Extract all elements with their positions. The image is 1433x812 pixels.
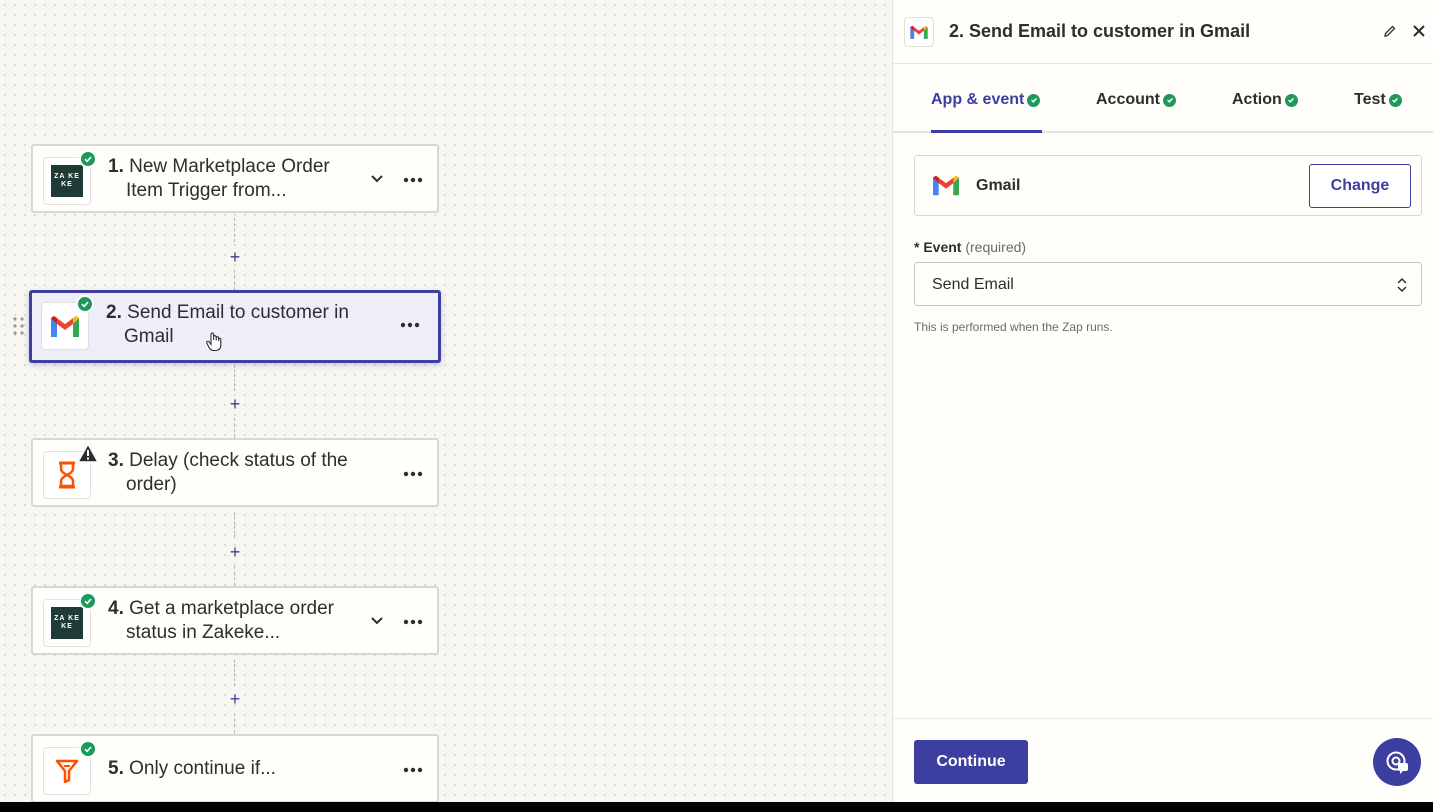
tab-complete-check-icon [1388, 93, 1402, 107]
panel-title: 2. Send Email to customer in Gmail [949, 21, 1251, 41]
step-title: 5. Only continue if... [108, 758, 276, 779]
step-title: 4. Get a marketplace order status in Zak… [108, 598, 335, 643]
gmail-icon [904, 17, 934, 47]
event-help-text: This is performed when the Zap runs. [914, 320, 1113, 334]
add-step-button[interactable]: + [225, 689, 245, 709]
more-options-icon[interactable] [401, 168, 425, 192]
success-check-icon [79, 740, 97, 758]
edit-pencil-icon[interactable] [1383, 24, 1397, 38]
success-check-icon [79, 592, 97, 610]
panel-header: 2. Send Email to customer in Gmail [893, 0, 1433, 64]
add-step-button[interactable]: + [225, 247, 245, 267]
step-details-panel: 2. Send Email to customer in Gmail App &… [892, 0, 1433, 802]
step-card-1[interactable]: ZA KE KE 1. New Marketplace Order Item T… [31, 144, 439, 213]
connector-line [234, 218, 235, 242]
chevron-down-icon[interactable] [369, 170, 385, 186]
zakeke-logo: ZA KE KE [51, 165, 83, 197]
warning-icon [77, 443, 99, 463]
event-field-label: * Event (required) [914, 239, 1027, 255]
step-card-5[interactable]: 5. Only continue if... [31, 734, 439, 802]
tab-complete-check-icon [1027, 93, 1041, 107]
continue-button[interactable]: Continue [914, 740, 1028, 784]
step-title: 1. New Marketplace Order Item Trigger fr… [108, 156, 330, 201]
step-card-2[interactable]: 2. Send Email to customer in Gmail [29, 290, 441, 363]
connector-line [234, 713, 235, 733]
panel-footer: Continue [893, 718, 1433, 802]
zap-editor-canvas[interactable]: ZA KE KE 1. New Marketplace Order Item T… [0, 0, 892, 802]
add-step-button[interactable]: + [225, 394, 245, 414]
chevron-down-icon[interactable] [369, 612, 385, 628]
app-name: Gmail [976, 177, 1021, 194]
hand-cursor-icon [204, 331, 224, 353]
connector-line [234, 660, 235, 686]
connector-line [234, 270, 235, 290]
step-title: 3. Delay (check status of the order) [108, 450, 348, 495]
close-icon[interactable] [1411, 23, 1427, 39]
zakeke-logo: ZA KE KE [51, 607, 83, 639]
add-step-button[interactable]: + [225, 542, 245, 562]
connector-line [234, 512, 235, 538]
step-tabs: App & event Account Action Test [893, 64, 1433, 133]
tab-complete-check-icon [1163, 93, 1176, 107]
step-title: 2. Send Email to customer in Gmail [106, 302, 349, 347]
event-select-value: Send Email [932, 276, 1014, 293]
active-tab-indicator [931, 130, 1042, 133]
tab-account[interactable]: Account [1096, 91, 1176, 109]
selected-app-card: Gmail Change [914, 155, 1422, 216]
success-check-icon [79, 150, 97, 168]
step-card-3[interactable]: 3. Delay (check status of the order) [31, 438, 439, 507]
connector-line [234, 365, 235, 391]
success-check-icon [76, 295, 94, 313]
more-options-icon[interactable] [401, 758, 425, 782]
help-chat-icon[interactable] [1373, 738, 1421, 786]
more-options-icon[interactable] [398, 313, 422, 337]
tab-complete-check-icon [1284, 93, 1298, 107]
connector-line [234, 566, 235, 586]
change-app-button[interactable]: Change [1309, 164, 1411, 208]
tab-action[interactable]: Action [1232, 91, 1298, 109]
drag-handle-icon[interactable] [12, 316, 26, 336]
chevron-up-down-icon [1395, 276, 1409, 294]
step-card-4[interactable]: ZA KE KE 4. Get a marketplace order stat… [31, 586, 439, 655]
tab-app-event[interactable]: App & event [931, 91, 1041, 109]
tab-test[interactable]: Test [1354, 91, 1402, 109]
more-options-icon[interactable] [401, 610, 425, 634]
more-options-icon[interactable] [401, 462, 425, 486]
connector-line [234, 418, 235, 438]
gmail-icon [931, 173, 961, 197]
event-select[interactable]: Send Email [914, 262, 1422, 306]
